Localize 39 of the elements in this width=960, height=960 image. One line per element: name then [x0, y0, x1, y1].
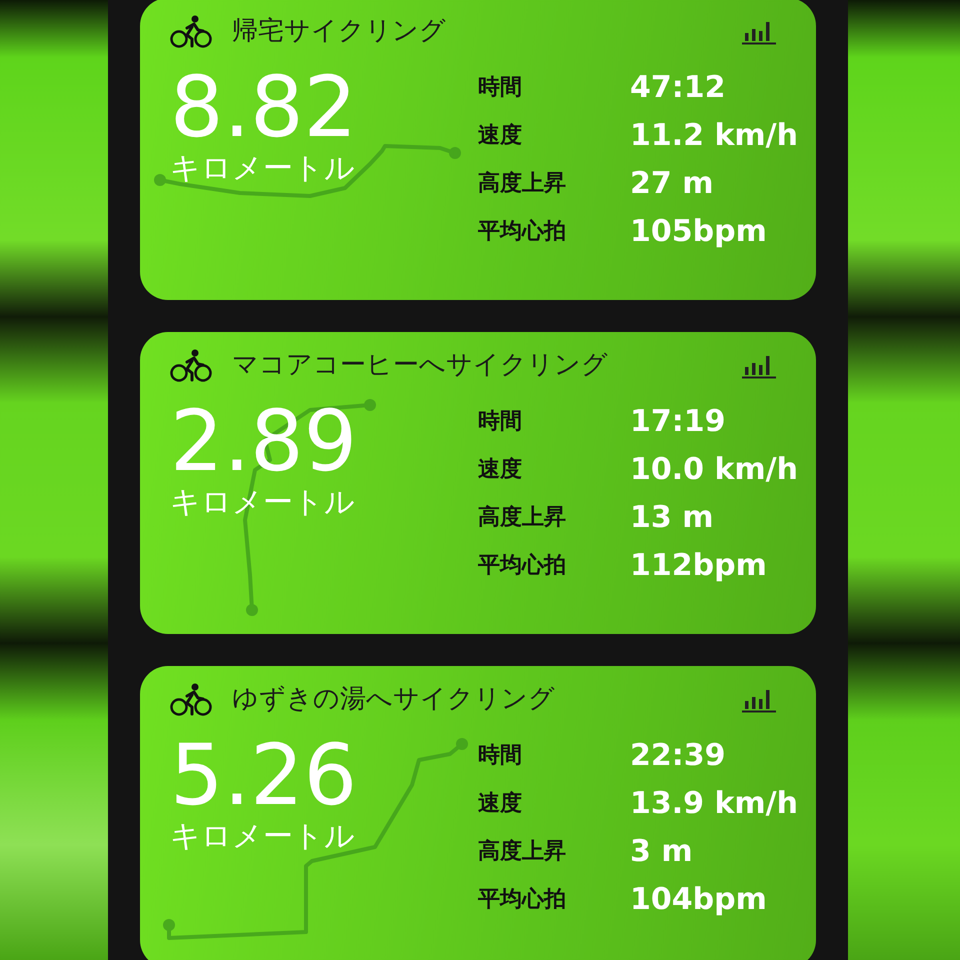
activity-title: ゆずきの湯へサイクリング [232, 683, 555, 716]
activity-title: 帰宅サイクリング [232, 15, 446, 48]
stat-label: 時間 [478, 742, 523, 770]
stat-label: 速度 [478, 790, 523, 818]
stat-label: 高度上昇 [478, 838, 567, 866]
stat-value: 13 m [630, 498, 714, 536]
distance-value: 2.89 [170, 399, 358, 483]
stat-value: 22:39 [630, 736, 726, 774]
activity-card[interactable]: 帰宅サイクリング 8.82 キロメートル 時間 47:12 速度 11.2 km/h 高度上昇 27 m 平均心拍 105bpm [140, 0, 816, 300]
activity-card[interactable]: マコアコーヒーへサイクリング 2.89 キロメートル 時間 17:19 速度 10.0 km/h 高度上昇 13 m 平均心拍 112bpm [140, 332, 816, 634]
stat-label: 時間 [478, 74, 523, 102]
activity-title: マコアコーヒーへサイクリング [232, 349, 608, 382]
stat-label: 速度 [478, 456, 523, 484]
stat-label: 平均心拍 [478, 886, 567, 914]
stat-label: 時間 [478, 408, 523, 436]
stat-value: 105bpm [630, 212, 768, 250]
cyclist-icon [170, 682, 212, 716]
stat-value: 47:12 [630, 68, 726, 106]
stat-value: 17:19 [630, 402, 726, 440]
stat-label: 高度上昇 [478, 170, 567, 198]
cyclist-icon [170, 348, 212, 382]
stat-value: 27 m [630, 164, 714, 202]
stat-value: 10.0 km/h [630, 450, 798, 488]
cyclist-icon [170, 14, 212, 48]
stat-label: 平均心拍 [478, 218, 567, 246]
stat-label: 平均心拍 [478, 552, 567, 580]
stat-label: 高度上昇 [478, 504, 567, 532]
distance-unit: キロメートル [170, 819, 355, 855]
distance-value: 8.82 [170, 65, 358, 149]
stat-value: 3 m [630, 832, 694, 870]
distance-value: 5.26 [170, 733, 358, 817]
stat-value: 11.2 km/h [630, 116, 798, 154]
distance-unit: キロメートル [170, 485, 355, 521]
stat-label: 速度 [478, 122, 523, 150]
activity-card[interactable]: ゆずきの湯へサイクリング 5.26 キロメートル 時間 22:39 速度 13.9 km/h 高度上昇 3 m 平均心拍 104bpm [140, 666, 816, 960]
stat-value: 104bpm [630, 880, 768, 918]
stat-value: 13.9 km/h [630, 784, 798, 822]
stat-value: 112bpm [630, 546, 768, 584]
distance-unit: キロメートル [170, 151, 355, 187]
